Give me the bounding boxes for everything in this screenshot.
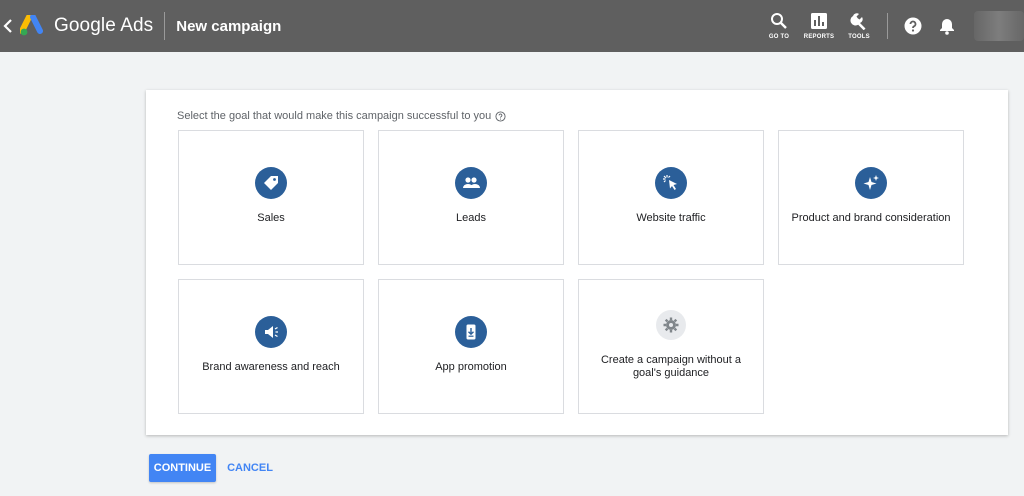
- cancel-button[interactable]: CANCEL: [224, 454, 276, 482]
- people-icon: [463, 177, 480, 188]
- megaphone-icon: [265, 326, 278, 338]
- goal-tile-leads[interactable]: Leads: [378, 130, 564, 265]
- tools-label: TOOLS: [848, 34, 870, 40]
- reports-label: REPORTS: [803, 34, 835, 40]
- phone-download-icon: [466, 324, 476, 340]
- goal-icon-circle: [255, 316, 287, 348]
- help-icon: [904, 17, 922, 35]
- gear-icon: [663, 317, 679, 333]
- goal-label: App promotion: [435, 361, 507, 373]
- header-tools: GO TO REPORTS TOOLS: [759, 0, 1024, 52]
- goal-tile-product-brand-consideration[interactable]: Product and brand consideration: [778, 130, 964, 265]
- goal-tile-brand-awareness[interactable]: Brand awareness and reach: [178, 279, 364, 414]
- help-outline-icon[interactable]: [495, 110, 506, 122]
- tools-divider: [887, 13, 888, 39]
- goal-label: Brand awareness and reach: [202, 361, 340, 373]
- notifications-button[interactable]: [930, 17, 964, 35]
- account-avatar[interactable]: [974, 11, 1024, 41]
- reports-button[interactable]: REPORTS: [799, 12, 839, 40]
- wrench-icon: [850, 13, 866, 30]
- goal-label: Product and brand consideration: [791, 212, 951, 224]
- goal-icon-circle: [855, 167, 887, 199]
- goal-icon-circle: [655, 167, 687, 199]
- google-ads-logo: [20, 15, 43, 36]
- back-button[interactable]: [0, 0, 16, 52]
- search-icon: [771, 13, 787, 29]
- goal-instruction: Select the goal that would make this cam…: [177, 110, 506, 122]
- goal-icon-circle: [455, 167, 487, 199]
- goal-label: Website traffic: [636, 212, 706, 224]
- goal-tile-app-promotion[interactable]: App promotion: [378, 279, 564, 414]
- goal-tile-sales[interactable]: Sales: [178, 130, 364, 265]
- goal-icon-circle: [656, 310, 686, 340]
- help-button[interactable]: [896, 17, 930, 35]
- go-to-button[interactable]: GO TO: [759, 12, 799, 40]
- chevron-left-icon: [3, 19, 12, 33]
- tag-icon: [264, 176, 278, 190]
- goal-selection-card: Select the goal that would make this cam…: [146, 90, 1008, 435]
- sparkle-icon: [863, 175, 879, 190]
- tools-button[interactable]: TOOLS: [839, 12, 879, 40]
- goal-icon-circle: [455, 316, 487, 348]
- goal-label: Create a campaign without a goal's guida…: [600, 354, 742, 379]
- bell-icon: [940, 19, 954, 35]
- instruction-text: Select the goal that would make this cam…: [177, 110, 492, 122]
- continue-button[interactable]: CONTINUE: [149, 454, 216, 482]
- go-to-label: GO TO: [768, 34, 790, 40]
- cursor-click-icon: [663, 175, 677, 190]
- page-title: New campaign: [176, 17, 282, 35]
- goal-tile-website-traffic[interactable]: Website traffic: [578, 130, 764, 265]
- top-bar: Google Ads New campaign GO TO REPORTS TO…: [0, 0, 1024, 52]
- goal-icon-circle: [255, 167, 287, 199]
- goal-tile-no-goal[interactable]: Create a campaign without a goal's guida…: [578, 279, 764, 414]
- header-divider: [164, 12, 166, 40]
- goal-label: Leads: [456, 212, 486, 224]
- goal-label: Sales: [257, 212, 285, 224]
- brand-name: Google Ads: [54, 15, 154, 36]
- reports-icon: [811, 13, 827, 29]
